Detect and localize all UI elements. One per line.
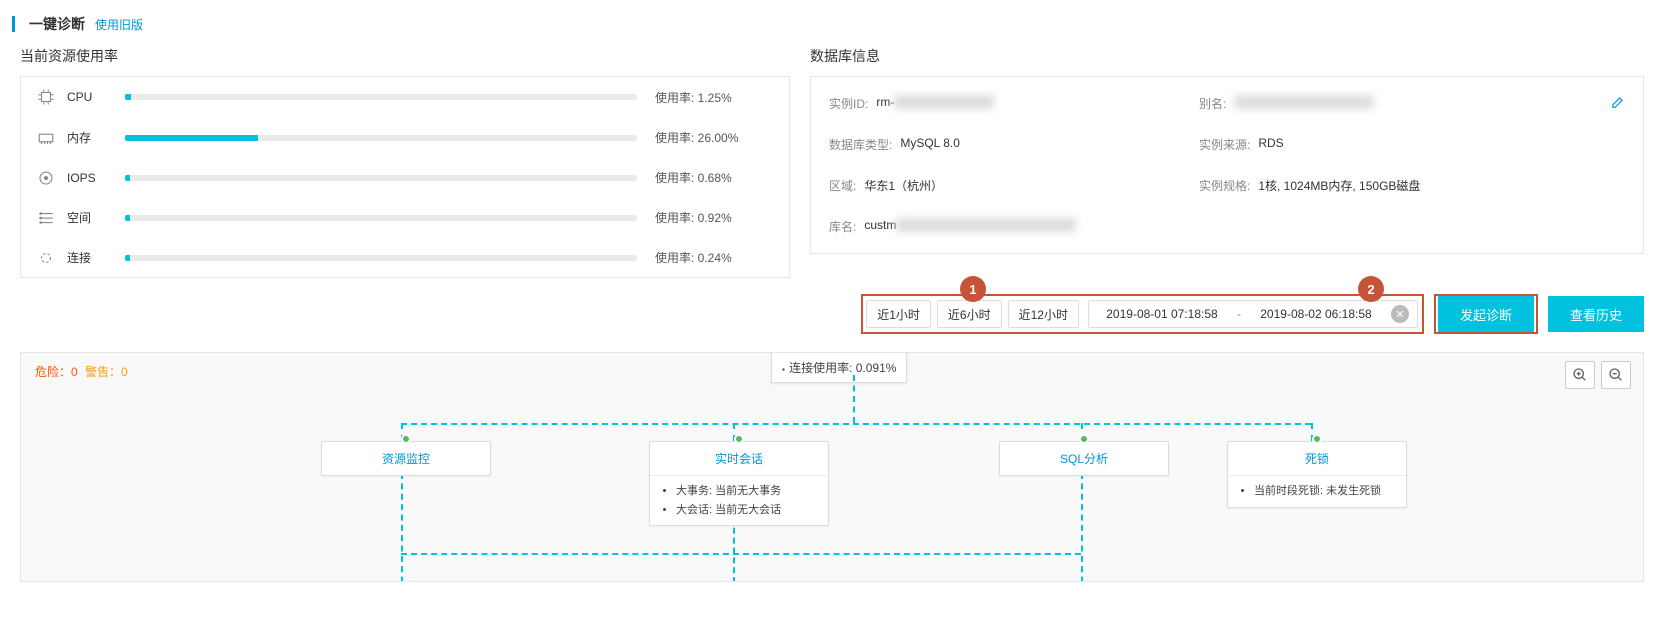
metric-row-iops: IOPS 使用率: 0.68%	[21, 157, 789, 197]
metric-usage: 使用率: 0.92%	[655, 209, 775, 226]
info-value: xxxxxxxxx	[1234, 95, 1374, 109]
usage-panel-title: 当前资源使用率	[20, 46, 790, 66]
metric-name: 空间	[67, 209, 125, 226]
metric-row-space: 空间 使用率: 0.92%	[21, 197, 789, 237]
storage-icon	[35, 207, 57, 229]
start-diagnosis-button[interactable]: 发起诊断	[1438, 296, 1534, 332]
preset-12h-button[interactable]: 近12小时	[1008, 300, 1079, 328]
diagnosis-diagram[interactable]: 危险：0 警告：0 连接使用率: 0.091% 资源监控 实时会话 大事务: 当…	[20, 352, 1644, 582]
connection-icon	[35, 247, 57, 269]
cpu-icon	[35, 86, 57, 108]
view-history-button[interactable]: 查看历史	[1548, 296, 1644, 332]
info-label: 区域:	[829, 177, 856, 194]
zoom-in-button[interactable]	[1565, 361, 1595, 389]
page-title: 一键诊断	[29, 14, 85, 34]
metric-name: IOPS	[67, 171, 125, 185]
info-label: 别名:	[1199, 95, 1226, 112]
node-resource-monitor[interactable]: 资源监控	[321, 441, 491, 476]
clear-time-icon[interactable]: ✕	[1391, 305, 1409, 323]
memory-icon	[35, 127, 57, 149]
node-realtime-session[interactable]: 实时会话 大事务: 当前无大事务 大会话: 当前无大会话	[649, 441, 829, 526]
metric-name: CPU	[67, 90, 125, 104]
info-label: 实例ID:	[829, 95, 868, 112]
usage-panel: CPU 使用率: 1.25% 内存 使用率: 26.00% IOPS 使用率: …	[20, 76, 790, 278]
info-value: rm-xxxxxxxxxxxxx	[876, 95, 994, 112]
node-deadlock[interactable]: 死锁 当前时段死锁: 未发生死锁	[1227, 441, 1407, 508]
node-sql-analysis[interactable]: SQL分析	[999, 441, 1169, 476]
info-value: 1核, 1024MB内存, 150GB磁盘	[1258, 177, 1420, 194]
start-time-input[interactable]	[1097, 307, 1227, 321]
diagram-tooltip: 连接使用率: 0.091%	[771, 352, 907, 383]
info-value: MySQL 8.0	[900, 136, 960, 153]
iops-icon	[35, 167, 57, 189]
annotation-badge-1: 1	[960, 276, 986, 302]
info-panel-title: 数据库信息	[810, 46, 1644, 66]
info-label: 库名:	[829, 218, 856, 235]
annotation-badge-2: 2	[1358, 276, 1384, 302]
time-range-group: 近1小时 近6小时 近12小时 - ✕	[861, 294, 1424, 334]
risk-summary: 危险：0 警告：0	[35, 363, 128, 380]
metric-usage: 使用率: 0.68%	[655, 169, 775, 186]
date-range-picker[interactable]: - ✕	[1088, 300, 1418, 328]
metric-name: 内存	[67, 129, 125, 146]
metric-name: 连接	[67, 249, 125, 266]
metric-usage: 使用率: 0.24%	[655, 249, 775, 266]
info-value: custmxxxxxxxxxxxxxxxxxx	[864, 218, 1076, 235]
edit-alias-icon[interactable]	[1611, 95, 1625, 112]
end-time-input[interactable]	[1251, 307, 1381, 321]
preset-6h-button[interactable]: 近6小时	[937, 300, 1002, 328]
metric-row-memory: 内存 使用率: 26.00%	[21, 117, 789, 157]
node-line: 大会话: 当前无大会话	[676, 501, 816, 520]
zoom-out-button[interactable]	[1601, 361, 1631, 389]
metric-row-cpu: CPU 使用率: 1.25%	[21, 77, 789, 117]
node-line: 当前时段死锁: 未发生死锁	[1254, 482, 1394, 501]
metric-usage: 使用率: 26.00%	[655, 129, 775, 146]
metric-usage: 使用率: 1.25%	[655, 89, 775, 106]
time-separator: -	[1237, 307, 1241, 321]
info-value: RDS	[1258, 136, 1283, 153]
info-label: 实例规格:	[1199, 177, 1250, 194]
preset-1h-button[interactable]: 近1小时	[866, 300, 931, 328]
info-label: 数据库类型:	[829, 136, 892, 153]
use-old-version-link[interactable]: 使用旧版	[95, 16, 143, 33]
info-panel: 实例ID: rm-xxxxxxxxxxxxx 别名: xxxxxxxxx 数据库类型…	[810, 76, 1644, 254]
node-line: 大事务: 当前无大事务	[676, 482, 816, 501]
metric-row-connections: 连接 使用率: 0.24%	[21, 237, 789, 277]
info-label: 实例来源:	[1199, 136, 1250, 153]
info-value: 华东1（杭州）	[864, 177, 943, 194]
